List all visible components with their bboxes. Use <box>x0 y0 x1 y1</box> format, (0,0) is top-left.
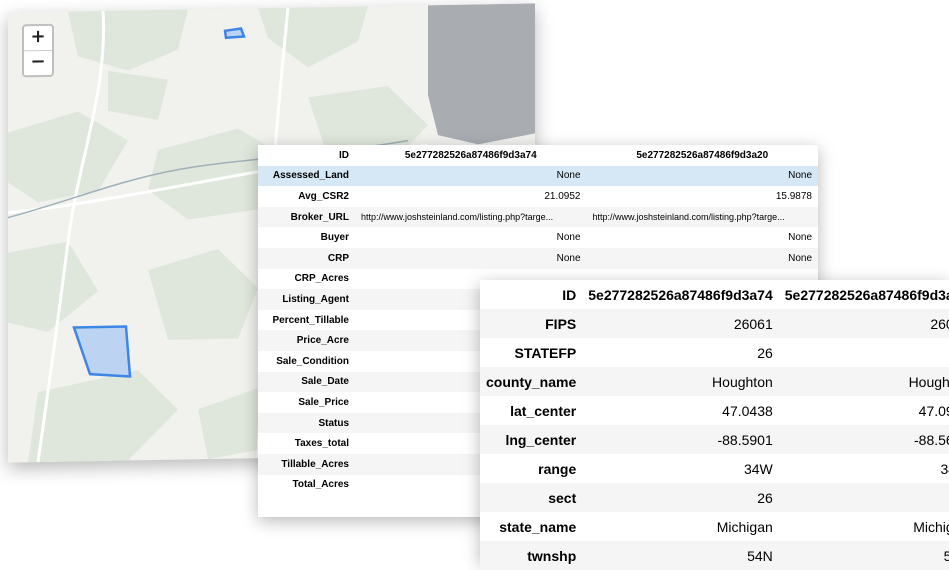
row-label: FIPS <box>545 315 577 332</box>
parcel-polygon-north[interactable] <box>223 27 246 40</box>
cell-value: 12 <box>779 483 949 512</box>
cell-value: None <box>788 232 812 244</box>
row-label: Sale_Date <box>301 376 349 388</box>
table-row[interactable]: Assessed_Land None None <box>258 165 818 187</box>
row-label: Assessed_Land <box>272 170 349 182</box>
row-label: county_name <box>486 373 577 390</box>
table-row[interactable]: Avg_CSR2 21.0952 15.9878 <box>258 186 818 207</box>
row-label: STATEFP <box>514 344 577 361</box>
row-label: Taxes_total <box>294 438 349 450</box>
cell-value: 34W <box>940 460 949 477</box>
zoom-out-button[interactable]: − <box>24 49 52 76</box>
cell-value: -88.5901 <box>717 431 773 448</box>
cell-link[interactable]: http://www.joshsteinland.com/listing.php… <box>587 207 819 228</box>
table-row[interactable]: sect 26 12 <box>480 483 949 512</box>
table-row[interactable]: Broker_URL http://www.joshsteinland.com/l… <box>258 206 819 228</box>
cell-value: 26061 <box>733 315 773 332</box>
table-row[interactable]: STATEFP 26 26 <box>480 338 949 367</box>
cell-value: Houghton <box>908 373 949 390</box>
table-row[interactable]: lng_center -88.5901 -88.5605 <box>480 425 949 454</box>
cell-value: 26 <box>779 338 949 367</box>
attributes-table-front: ID 5e277282526a87486f9d3a74 5e277282526a… <box>480 280 949 570</box>
cell-value: 26 <box>757 489 773 506</box>
header-col-1: 5e277282526a87486f9d3a74 <box>404 149 537 161</box>
cell-value: 15.9878 <box>775 190 812 202</box>
row-label: lat_center <box>510 402 577 419</box>
cell-value: Houghton <box>712 373 773 390</box>
header-col-2: 5e277282526a87486f9d3a20 <box>636 149 769 161</box>
row-label: Price_Acre <box>296 335 349 347</box>
row-label: lng_center <box>505 431 577 448</box>
cell-value: Michigan <box>716 518 773 535</box>
cell-value: None <box>556 232 581 244</box>
cell-value: None <box>788 170 812 182</box>
cell-value: Michigan <box>913 518 949 535</box>
zoom-in-button[interactable]: + <box>24 26 52 50</box>
cell-value: 47.0438 <box>722 402 773 419</box>
row-label: twnshp <box>527 547 577 564</box>
header-id: ID <box>562 286 577 303</box>
table-row[interactable]: twnshp 54N 54N <box>480 541 949 570</box>
cell-value: 21.0952 <box>544 190 581 202</box>
lake <box>428 3 535 145</box>
table-row[interactable]: FIPS 26061 26061 <box>480 309 949 338</box>
row-label: state_name <box>499 518 577 535</box>
table-row[interactable]: lat_center 47.0438 47.0919 <box>480 396 949 425</box>
table-row[interactable]: state_name Michigan Michigan <box>480 512 949 541</box>
cell-value: 26061 <box>930 315 949 332</box>
row-label: Listing_Agent <box>282 293 349 305</box>
cell-value: None <box>556 170 581 182</box>
row-label: Sale_Price <box>298 396 349 408</box>
row-label: Total_Acres <box>292 479 349 491</box>
cell-value: 47.0919 <box>918 402 949 419</box>
row-label: Sale_Condition <box>276 355 349 367</box>
cell-value: -88.5605 <box>914 431 949 448</box>
header-col-1: 5e277282526a87486f9d3a74 <box>588 286 773 303</box>
location-table: ID 5e277282526a87486f9d3a74 5e277282526a… <box>480 280 949 570</box>
parcel-polygon-south[interactable] <box>72 325 132 378</box>
row-label: Percent_Tillable <box>272 314 349 326</box>
header-id: ID <box>339 149 349 161</box>
table-row[interactable]: CRP None None <box>258 247 818 269</box>
row-label: CRP_Acres <box>294 273 349 285</box>
cell-value: 54N <box>747 547 773 564</box>
table-row[interactable]: county_name Houghton Houghton <box>480 367 949 396</box>
cell-link[interactable]: http://www.joshsteinland.com/listing.php… <box>355 207 587 228</box>
header-col-2: 5e277282526a87486f9d3a20 <box>784 286 949 303</box>
row-label: Tillable_Acres <box>281 458 349 470</box>
row-label: CRP <box>327 252 349 264</box>
row-label: Avg_CSR2 <box>298 190 349 202</box>
table-row[interactable]: Buyer None None <box>258 227 818 248</box>
cell-value: 26 <box>757 344 773 361</box>
row-label: Status <box>318 417 349 429</box>
cell-value: 54N <box>943 547 949 564</box>
row-label: range <box>538 460 577 477</box>
row-label: Buyer <box>320 232 349 244</box>
cell-value: 34W <box>743 460 773 477</box>
table-row[interactable]: range 34W 34W <box>480 454 949 483</box>
cell-value: None <box>788 252 812 264</box>
cell-value: None <box>556 252 581 264</box>
zoom-control: + − <box>22 23 54 78</box>
row-label: Broker_URL <box>290 211 349 223</box>
row-label: sect <box>548 489 577 506</box>
